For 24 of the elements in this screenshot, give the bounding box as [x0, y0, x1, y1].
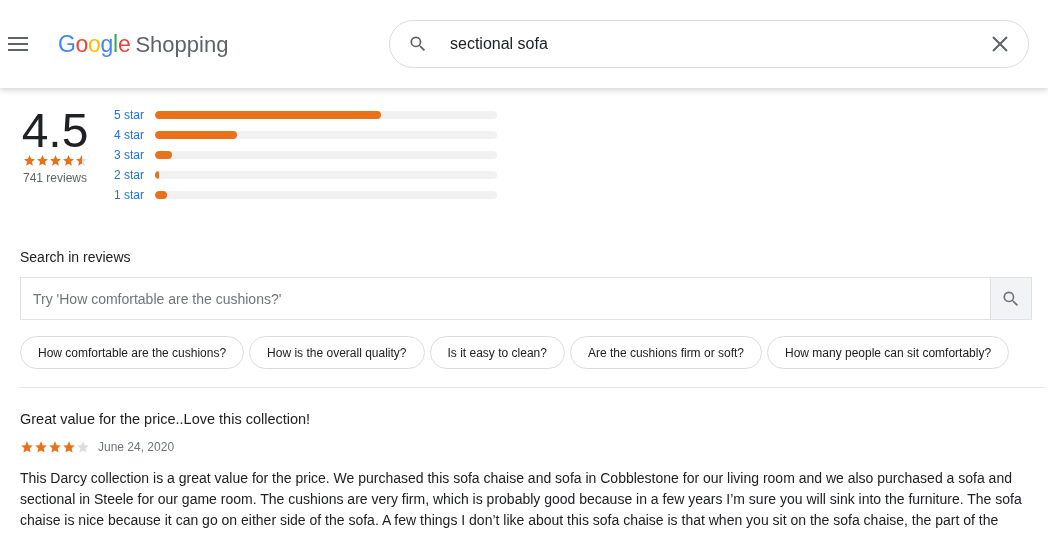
- average-rating: 4.5: [21, 108, 89, 154]
- search-icon[interactable]: [408, 34, 428, 54]
- review-date: June 24, 2020: [98, 440, 175, 454]
- star-filter-link[interactable]: 4 star: [114, 128, 145, 142]
- search-field[interactable]: sectional sofa: [448, 34, 992, 54]
- search-button[interactable]: [990, 277, 1032, 320]
- review-title: Great value for the price..Love this collection!: [20, 411, 312, 427]
- search-reviews-label: Search in reviews: [20, 249, 132, 265]
- menu-icon[interactable]: [8, 37, 28, 51]
- suggestion-chip[interactable]: How comfortable are the cushions?: [20, 336, 245, 369]
- review-search-field[interactable]: Try 'How comfortable are the cushions?': [20, 277, 990, 320]
- star-filter-link[interactable]: 2 star: [114, 168, 145, 182]
- suggestion-chip[interactable]: How many people can sit comfortably?: [767, 336, 1010, 369]
- star-filter-link[interactable]: 3 star: [114, 148, 145, 162]
- suggestion-chip[interactable]: How is the overall quality?: [249, 336, 425, 369]
- suggestion-chip[interactable]: Is it easy to clean?: [429, 336, 565, 369]
- star-filter-link[interactable]: 1 star: [114, 188, 145, 202]
- star-filter-link[interactable]: 5 star: [114, 108, 145, 122]
- review-text: This Darcy collection is a great value for the price. We purchased this sofa chaise and sofa in Cobblestone for our living room and we also purchased a sofa and sectional in Steele for our game room. The cushions are very firm, which is probably good because in a few years I’m sure you will sink into the furniture. The sofa chaise is nice because it can go on either side of the sofa. A few things I don’t like about this sofa chaise is that when you sit on the sofa chaise, the part of the: [20, 469, 1023, 530]
- review-count: 741 reviews: [23, 171, 87, 185]
- suggestion-chip[interactable]: Are the cushions firm or soft?: [569, 336, 762, 369]
- brand-logo[interactable]: Google: [58, 30, 131, 58]
- product-name: Shopping: [135, 31, 229, 58]
- close-icon[interactable]: [992, 36, 1008, 52]
